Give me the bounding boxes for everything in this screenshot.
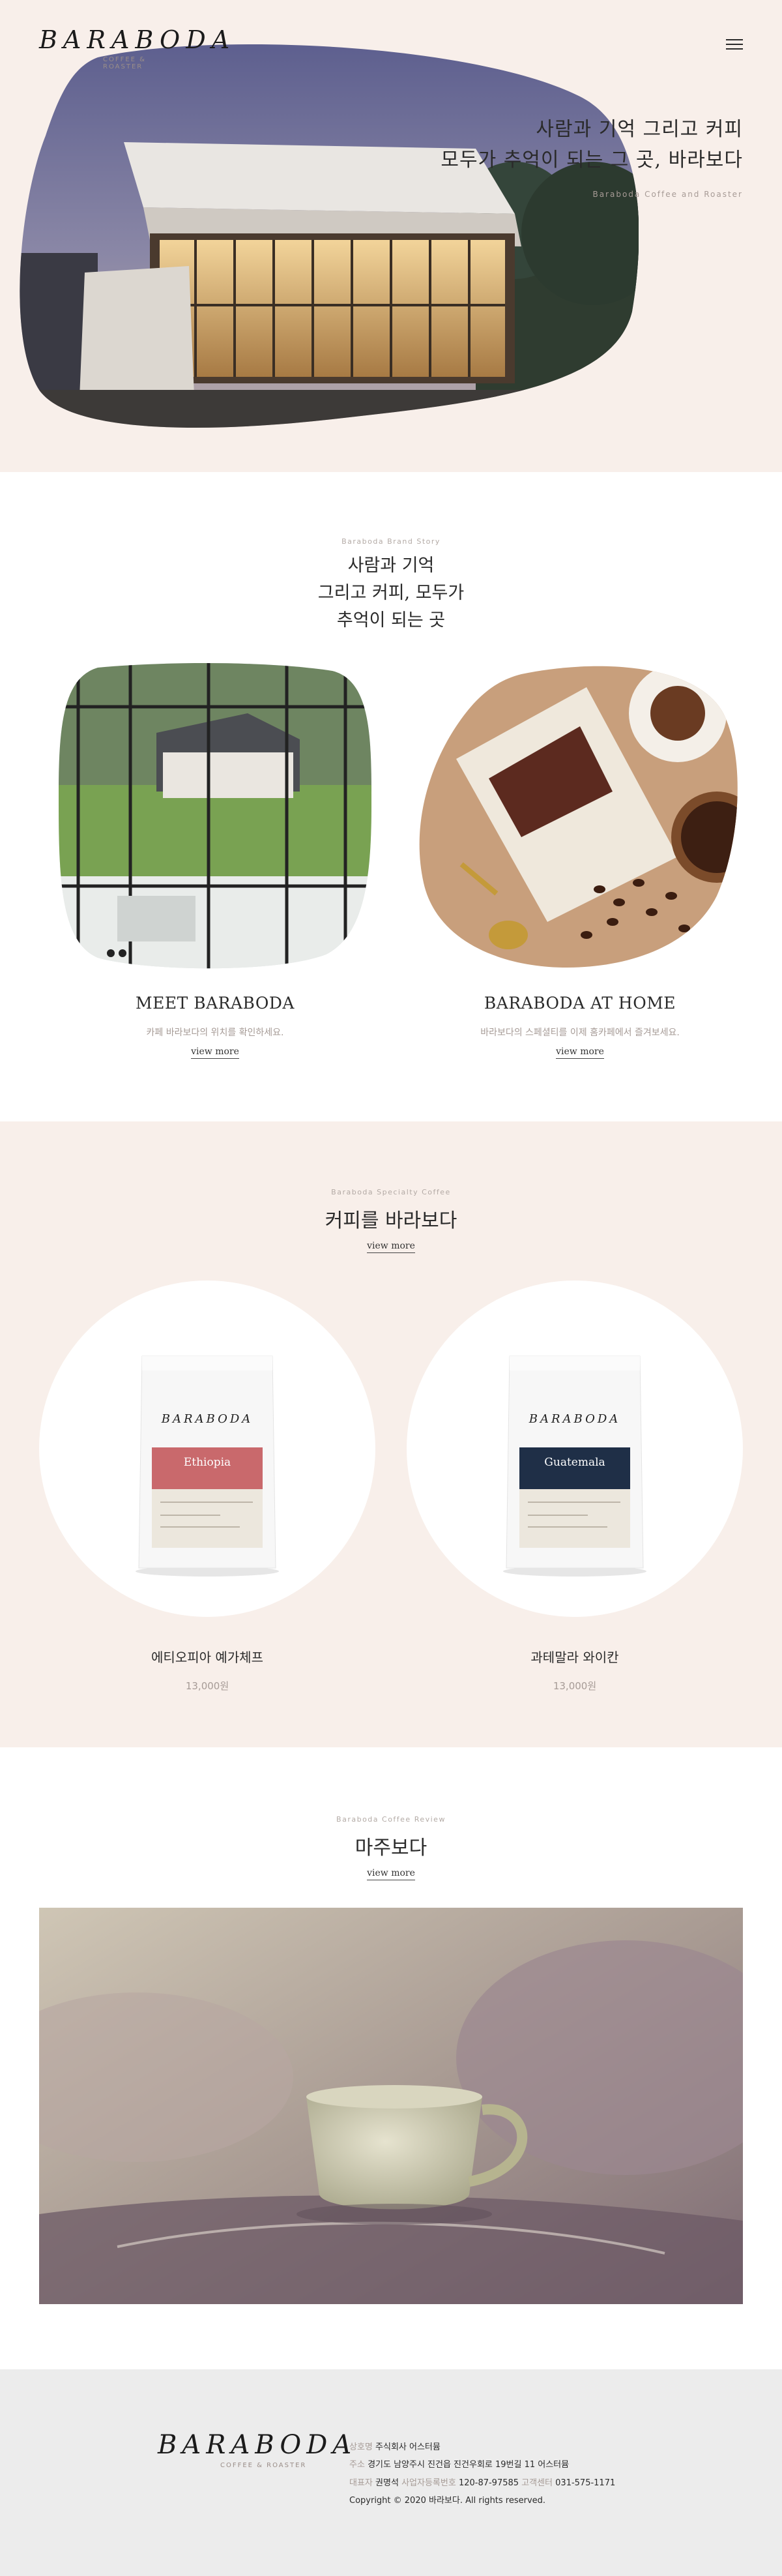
coffee-bag-image: BARABODA Guatemala <box>503 1355 646 1577</box>
footer-key: 대표자 <box>349 2478 373 2488</box>
logo-tagline: COFFEE & ROASTER <box>103 56 146 70</box>
hero-section: BARABODA COFFEE & ROASTER 사람과 기억 그리고 커피 … <box>0 0 782 472</box>
review-section-title: 마주보다 <box>355 1837 427 1859</box>
bag-logo: BARABODA <box>161 1412 253 1426</box>
story-title-line: 그리고 커피, 모두가 <box>317 582 465 603</box>
footer-value: 주식회사 어스터뮴 <box>375 2442 441 2452</box>
footer-row: 대표자 권명석 사업자등록번호 120-87-97585 고객센터 031-57… <box>349 2474 615 2492</box>
story-title-line: 추억이 되는 곳 <box>336 610 446 630</box>
meet-baraboda-view-more-link[interactable]: view more <box>191 1046 239 1059</box>
product-card-guatemala[interactable]: BARABODA Guatemala 과테말라 와이칸 13,000원 <box>407 1281 743 1693</box>
logo-wordmark: BARABODA <box>39 25 236 54</box>
footer-row: Copyright © 2020 바라보다. All rights reserv… <box>349 2492 615 2509</box>
hero-headline-line2: 모두가 추억이 되는 그 곳, 바라보다 <box>441 148 743 171</box>
at-home-view-more-link[interactable]: view more <box>556 1046 604 1059</box>
coffee-eyebrow: Baraboda Specialty Coffee <box>331 1188 451 1196</box>
story-title-line: 사람과 기억 <box>347 555 435 576</box>
hero-subtitle: Baraboda Coffee and Roaster <box>592 190 743 199</box>
hero-building-photo <box>20 44 639 428</box>
footer-logo[interactable]: BARABODA COFFEE & ROASTER <box>158 2430 357 2469</box>
hero-copy: 사람과 기억 그리고 커피 모두가 추억이 되는 그 곳, 바라보다 Barab… <box>441 115 743 199</box>
story-eyebrow: Baraboda Brand Story <box>341 537 441 546</box>
bag-label-text: Ethiopia <box>184 1456 231 1469</box>
footer-value: 031-575-1171 <box>555 2478 616 2488</box>
coffee-cup-photo[interactable] <box>39 1908 743 2304</box>
footer-key: 고객센터 <box>521 2478 553 2488</box>
coffee-view-more-link[interactable]: view more <box>367 1241 415 1253</box>
card-description: 카페 바라보다의 위치를 확인하세요. <box>146 1028 284 1038</box>
footer-key: 상호명 <box>349 2442 373 2452</box>
review-eyebrow: Baraboda Coffee Review <box>336 1815 446 1824</box>
product-price: 13,000원 <box>185 1680 229 1692</box>
baraboda-at-home-card: BARABODA AT HOME 바라보다의 스페셜티를 이제 홈카페에서 즐겨… <box>417 661 743 1059</box>
story-title: 사람과 기억 그리고 커피, 모두가 추억이 되는 곳 <box>0 552 782 634</box>
product-image-circle: BARABODA Guatemala <box>407 1281 743 1617</box>
footer-value: 권명석 <box>375 2478 399 2488</box>
footer-value: 경기도 남양주시 진건읍 진건우회로 19번길 11 어스터뮴 <box>368 2460 570 2470</box>
hamburger-menu-icon[interactable] <box>726 39 743 52</box>
footer-key: 사업자등록번호 <box>401 2478 456 2488</box>
card-description: 바라보다의 스페셜티를 이제 홈카페에서 즐겨보세요. <box>480 1028 680 1038</box>
footer-key: 주소 <box>349 2460 365 2470</box>
specialty-coffee-section: Baraboda Specialty Coffee 커피를 바라보다 view … <box>0 1121 782 1747</box>
product-name[interactable]: 에티오피아 예가체프 <box>39 1647 375 1666</box>
card-title: BARABODA AT HOME <box>484 994 676 1013</box>
cafe-interior-photo <box>59 663 371 969</box>
meet-baraboda-card: MEET BARABODA 카페 바라보다의 위치를 확인하세요. view m… <box>52 661 378 1059</box>
hero-headline-line1: 사람과 기억 그리고 커피 <box>536 118 743 141</box>
coffee-bag-flatlay-photo <box>419 666 738 968</box>
footer-logo-wordmark: BARABODA <box>158 2430 357 2460</box>
footer-logo-tagline: COFFEE & ROASTER <box>220 2462 307 2469</box>
footer-row: 상호명 주식회사 어스터뮴 <box>349 2438 615 2456</box>
product-image-circle: BARABODA Ethiopia <box>39 1281 375 1617</box>
coffee-review-section: Baraboda Coffee Review 마주보다 view more <box>0 1747 782 2369</box>
footer-copyright: Copyright © 2020 바라보다. All rights reserv… <box>349 2495 546 2506</box>
footer-company-info: 상호명 주식회사 어스터뮴 주소 경기도 남양주시 진건읍 진건우회로 19번길… <box>349 2438 615 2509</box>
footer-row: 주소 경기도 남양주시 진건읍 진건우회로 19번길 11 어스터뮴 <box>349 2456 615 2474</box>
bag-label-text: Guatemala <box>544 1456 605 1469</box>
coffee-bag-image: BARABODA Ethiopia <box>136 1355 279 1577</box>
product-name[interactable]: 과테말라 와이칸 <box>407 1647 743 1666</box>
footer-value: 120-87-97585 <box>458 2478 519 2488</box>
product-price: 13,000원 <box>553 1680 597 1692</box>
bag-logo: BARABODA <box>529 1412 621 1426</box>
brand-story-section: Baraboda Brand Story 사람과 기억 그리고 커피, 모두가 … <box>0 472 782 1121</box>
site-logo[interactable]: BARABODA COFFEE & ROASTER <box>39 25 236 70</box>
product-card-ethiopia[interactable]: BARABODA Ethiopia 에티오피아 예가체프 13,000원 <box>39 1281 375 1693</box>
coffee-section-title: 커피를 바라보다 <box>325 1209 457 1232</box>
review-view-more-link[interactable]: view more <box>367 1868 415 1880</box>
card-title: MEET BARABODA <box>136 994 295 1013</box>
site-footer: BARABODA COFFEE & ROASTER 상호명 주식회사 어스터뮴 … <box>0 2369 782 2576</box>
